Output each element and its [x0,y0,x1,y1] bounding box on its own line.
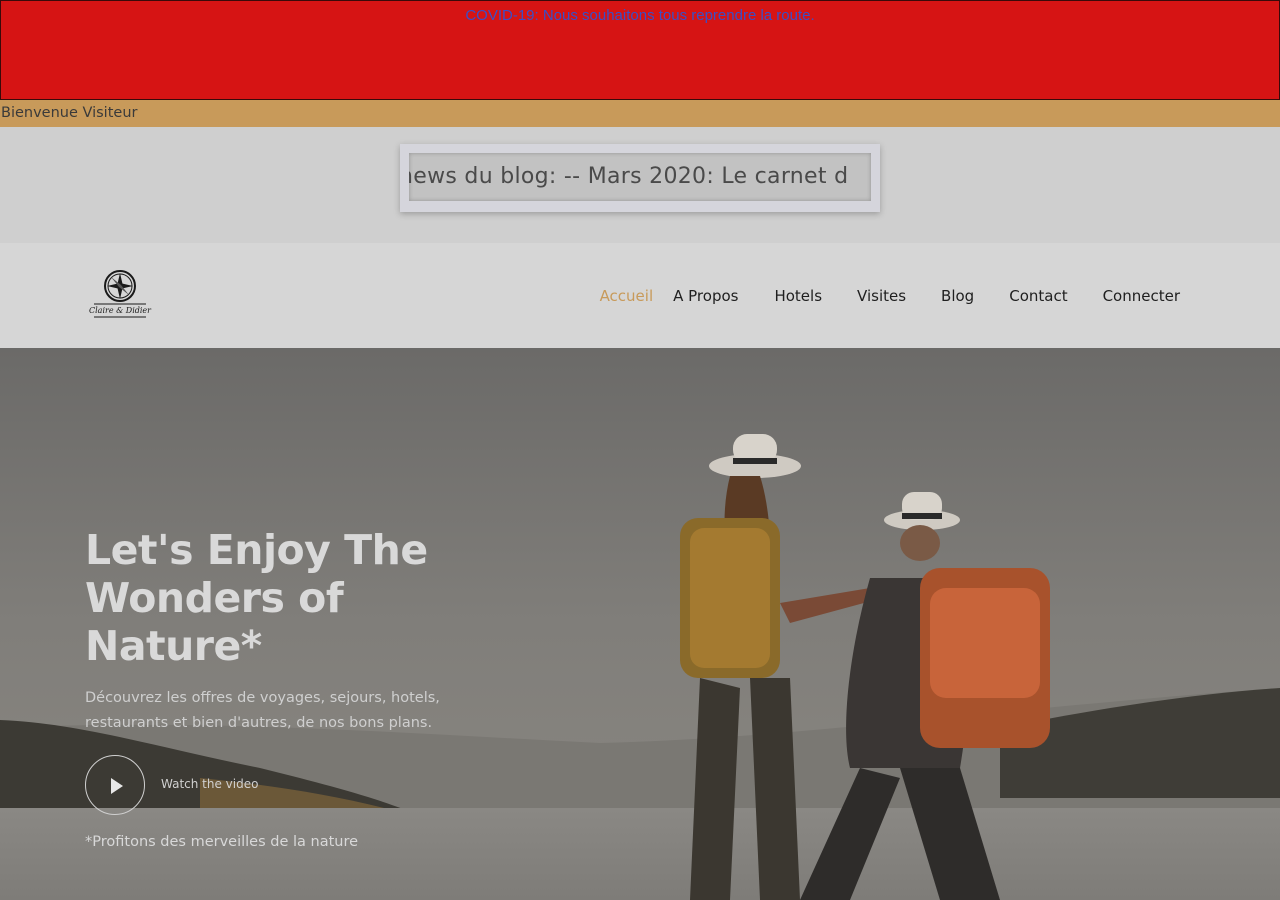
welcome-bar: Bienvenue Visiteur [0,100,1280,127]
logo-text: Claire & Didier [89,306,152,315]
welcome-text: Bienvenue Visiteur [1,105,138,121]
nav-item-blog[interactable]: Blog [941,287,974,305]
covid-banner: COVID-19: Nous souhaitons tous reprendre… [0,0,1280,100]
covid-banner-text[interactable]: COVID-19: Nous souhaitons tous reprendre… [1,7,1279,24]
play-icon [111,778,123,794]
site-logo[interactable]: Claire & Didier [86,270,156,322]
news-ticker-box: news du blog: -- Mars 2020: Le carnet d [400,144,880,212]
watch-video-link[interactable]: Watch the video [161,777,258,791]
hero-description: Découvrez les offres de voyages, sejours… [85,690,440,731]
hero-footnote: *Profitons des merveilles de la nature [85,834,359,850]
nav-item-hotels[interactable]: Hotels [774,287,822,305]
hero-title: Let's Enjoy The Wonders of Nature* [85,526,428,670]
main-nav: Accueil A Propos Hotels Visites Blog Con… [600,243,1180,348]
news-ticker-section: news du blog: -- Mars 2020: Le carnet d [0,127,1280,243]
play-video-button[interactable] [85,755,145,815]
nav-item-connecter[interactable]: Connecter [1103,287,1180,305]
site-header: Claire & Didier Accueil A Propos Hotels … [0,243,1280,348]
news-ticker-text[interactable]: news du blog: -- Mars 2020: Le carnet d [409,164,848,189]
news-ticker-window: news du blog: -- Mars 2020: Le carnet d [409,153,871,201]
nav-item-contact[interactable]: Contact [1009,287,1067,305]
nav-item-a-propos[interactable]: A Propos [673,287,738,305]
nav-item-accueil[interactable]: Accueil [600,287,654,305]
compass-icon: Claire & Didier [89,270,152,318]
nav-item-visites[interactable]: Visites [857,287,906,305]
hero-section: Let's Enjoy The Wonders of Nature* Décou… [0,348,1280,900]
